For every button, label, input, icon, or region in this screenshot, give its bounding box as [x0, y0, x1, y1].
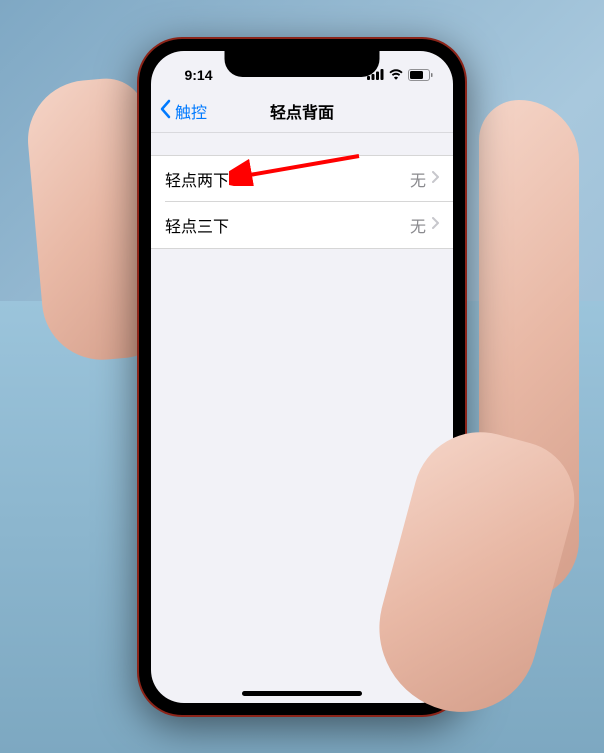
home-indicator[interactable]	[242, 691, 362, 696]
wifi-icon	[388, 69, 404, 80]
back-button-label: 触控	[175, 99, 207, 123]
back-button[interactable]: 触控	[159, 99, 207, 123]
settings-list: 轻点两下 无 轻点三下 无	[151, 155, 453, 249]
row-triple-tap[interactable]: 轻点三下 无	[151, 202, 453, 248]
row-label: 轻点两下	[165, 167, 229, 191]
status-time: 9:14	[171, 67, 226, 83]
row-value: 无	[410, 213, 426, 237]
chevron-right-icon	[432, 170, 439, 188]
chevron-left-icon	[159, 99, 171, 123]
row-double-tap[interactable]: 轻点两下 无	[151, 156, 453, 202]
row-label: 轻点三下	[165, 213, 229, 237]
chevron-right-icon	[432, 216, 439, 234]
page-title: 轻点背面	[270, 99, 334, 123]
navigation-bar: 触控 轻点背面	[151, 91, 453, 133]
battery-icon	[408, 69, 433, 81]
notch	[225, 51, 380, 77]
row-value: 无	[410, 167, 426, 191]
